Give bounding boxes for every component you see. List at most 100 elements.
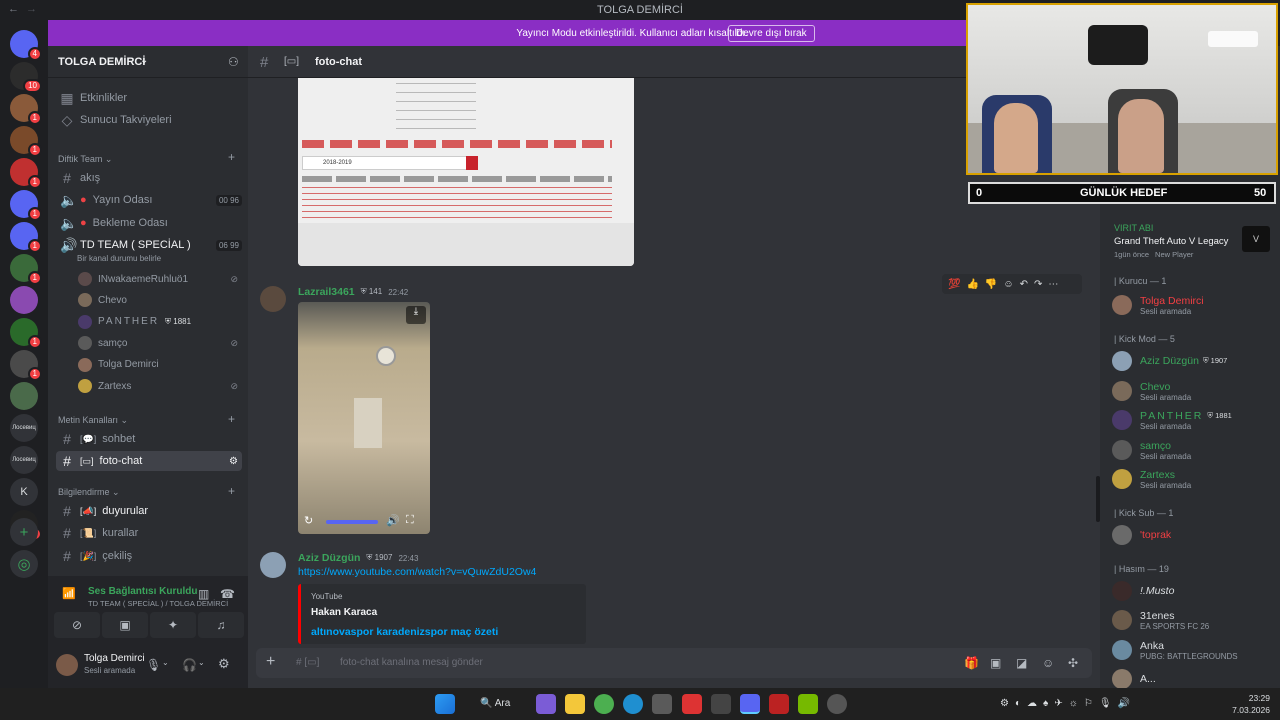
clock-time[interactable]: 23:29 <box>1236 693 1270 703</box>
avatar[interactable] <box>56 654 78 676</box>
store-icon[interactable] <box>652 694 672 714</box>
server-icon[interactable]: 1 <box>10 254 42 285</box>
voice-user[interactable]: Zartexs ⊘ <box>78 377 238 395</box>
server-icon[interactable]: 1 <box>10 318 42 349</box>
file-explorer-icon[interactable] <box>565 694 585 714</box>
boosts-link[interactable]: ◇ Sunucu Takviyeleri <box>56 110 242 130</box>
voice-channel-td[interactable]: 🔊 TD TEAM ( SPECİAL ) 06 99 <box>56 235 242 255</box>
channel-sohbet[interactable]: # [💬] sohbet <box>56 429 242 449</box>
add-channel-icon[interactable]: + <box>228 150 235 164</box>
app-icon[interactable] <box>682 694 702 714</box>
member-row[interactable]: Chevo Sesli aramada <box>1112 377 1272 405</box>
thumbs-up-icon[interactable]: 👍 <box>966 279 978 290</box>
member-row[interactable]: Anka PUBG: BATTLEGROUNDS <box>1112 636 1272 664</box>
message-composer[interactable]: + # [▭] foto-chat kanalına mesaj gönder … <box>256 648 1092 678</box>
server-icon[interactable] <box>10 382 38 410</box>
system-tray[interactable]: ⚙◐☁♠✈☼⚐🎙🔊 <box>1000 698 1136 709</box>
thumbs-down-icon[interactable]: 👎 <box>985 279 997 290</box>
events-link[interactable]: ▦ Etkinlikler <box>56 88 242 108</box>
clock-date[interactable]: 7.03.2026 <box>1222 705 1270 715</box>
screen-share-button[interactable]: ▣ <box>102 612 148 638</box>
app-icon[interactable] <box>769 694 789 714</box>
server-icon[interactable]: K <box>10 478 38 506</box>
soundboard-button[interactable]: ♫ <box>198 612 244 638</box>
member-row[interactable]: samço Sesli aramada <box>1112 436 1272 464</box>
gif-icon[interactable]: ▣ <box>990 656 1001 670</box>
start-icon[interactable] <box>435 694 455 714</box>
forward-icon[interactable]: ↷ <box>1034 279 1042 290</box>
chevron-down-icon[interactable]: ⌄ <box>198 658 205 667</box>
server-icon[interactable] <box>10 286 38 314</box>
activities-button[interactable]: ✦ <box>150 612 196 638</box>
emoji-icon[interactable]: ☺ <box>1042 656 1054 670</box>
volume-icon[interactable]: 🔊 <box>386 514 400 527</box>
noise-suppression-icon[interactable]: ▥ <box>198 587 209 601</box>
activity-card[interactable]: VIRIT ABI Grand Theft Auto V Legacy 1gün… <box>1106 216 1274 266</box>
voice-channel-yayin[interactable]: 🔈 ● Yayın Odası 00 96 <box>56 190 242 210</box>
edge-icon[interactable] <box>623 694 643 714</box>
attach-plus-icon[interactable]: + <box>266 653 275 671</box>
member-row[interactable]: Tolga Demirci Sesli aramada <box>1112 291 1272 319</box>
settings-gear-icon[interactable]: ⚙ <box>229 456 242 467</box>
youtube-link[interactable]: https://www.youtube.com/watch?v=vQuwZdU2… <box>298 566 536 578</box>
chrome-icon[interactable] <box>594 694 614 714</box>
author-name[interactable]: Aziz Düzgün <box>298 552 360 564</box>
channel-status-prompt[interactable]: Bir kanal durumu belirle <box>77 254 161 263</box>
channel-foto-chat[interactable]: # [▭] foto-chat ⚙ <box>56 451 242 471</box>
search-button[interactable]: 🔍 Ara <box>470 694 520 714</box>
add-reaction-icon[interactable]: ☺ <box>1003 279 1013 290</box>
add-channel-icon[interactable]: + <box>228 484 235 498</box>
voice-user[interactable]: PANTHER ⛨ 1881 <box>78 313 238 331</box>
server-icon[interactable]: 1 <box>10 126 42 157</box>
avatar[interactable] <box>260 286 286 312</box>
member-row[interactable]: 'toprak <box>1112 521 1272 549</box>
sticker-icon[interactable]: ◪ <box>1016 656 1027 670</box>
channel-akis[interactable]: # akış <box>56 168 242 188</box>
voice-channel-bekleme[interactable]: 🔈 ● Bekleme Odası <box>56 213 242 233</box>
member-row[interactable]: 31enes EA SPORTS FC 26 <box>1112 606 1272 634</box>
disable-streamer-mode-button[interactable]: Devre dışı bırak <box>728 25 815 42</box>
embed-title[interactable]: altınovaspor karadenizspor maç özeti <box>311 626 498 638</box>
member-row[interactable]: PANTHER ⛨ 1881 Sesli aramada <box>1112 406 1272 434</box>
more-icon[interactable]: ⋯ <box>1048 279 1058 290</box>
channel-cekilis[interactable]: # [🎉] çekiliş <box>56 546 242 566</box>
replay-icon[interactable]: ↻ <box>304 514 313 527</box>
nvidia-icon[interactable] <box>798 694 818 714</box>
add-server-icon[interactable]: + <box>10 518 38 546</box>
member-row[interactable]: Zartexs Sesli aramada <box>1112 465 1272 493</box>
add-member-icon[interactable]: ⚇ <box>228 55 239 69</box>
voice-user[interactable]: Chevo <box>78 291 238 309</box>
widgets-icon[interactable] <box>536 694 556 714</box>
discover-icon[interactable]: ◎ <box>10 550 38 578</box>
obs-icon[interactable] <box>827 694 847 714</box>
progress-bar[interactable] <box>326 520 378 524</box>
microphone-icon[interactable]: 🎙 <box>146 658 161 672</box>
server-icon[interactable]: 10 <box>10 62 42 93</box>
server-icon[interactable]: 1 <box>10 190 42 221</box>
server-icon[interactable]: 1 <box>10 158 42 189</box>
server-icon[interactable]: Лосевиц <box>10 446 38 474</box>
voice-user[interactable]: INwakaemeRuhluö1 ⊘ <box>78 270 238 288</box>
image-attachment[interactable]: 2018-2019 <box>298 78 634 266</box>
server-icon[interactable]: Лосевиц <box>10 414 38 442</box>
member-row[interactable]: Aziz Düzgün ⛨ 1907 <box>1112 347 1272 375</box>
video-player[interactable]: ⤓ ↻ 🔊 ⛶ <box>298 302 430 534</box>
download-icon[interactable]: ⤓ <box>406 306 426 324</box>
chevron-down-icon[interactable]: ⌄ <box>162 658 169 667</box>
embed-author[interactable]: Hakan Karaca <box>311 607 377 618</box>
discord-icon[interactable] <box>740 694 760 714</box>
settings-gear-icon[interactable]: ⚙ <box>218 656 230 672</box>
reaction-100-icon[interactable]: 💯 <box>948 279 960 290</box>
reply-icon[interactable]: ↶ <box>1020 279 1028 290</box>
apps-icon[interactable]: ✣ <box>1068 656 1078 670</box>
server-icon[interactable]: 4 <box>10 30 42 61</box>
author-name[interactable]: Lazrail3461 <box>298 286 355 298</box>
add-channel-icon[interactable]: + <box>228 412 235 426</box>
category-diftik[interactable]: Diftik Team ⌄ <box>58 154 112 165</box>
member-row[interactable]: !.Musto <box>1112 577 1272 605</box>
voice-user[interactable]: samço ⊘ <box>78 334 238 352</box>
voice-user[interactable]: Tolga Demirci <box>78 356 238 374</box>
server-icon[interactable]: 1 <box>10 94 42 125</box>
fullscreen-icon[interactable]: ⛶ <box>406 514 414 527</box>
camera-off-button[interactable]: ⊘ <box>54 612 100 638</box>
